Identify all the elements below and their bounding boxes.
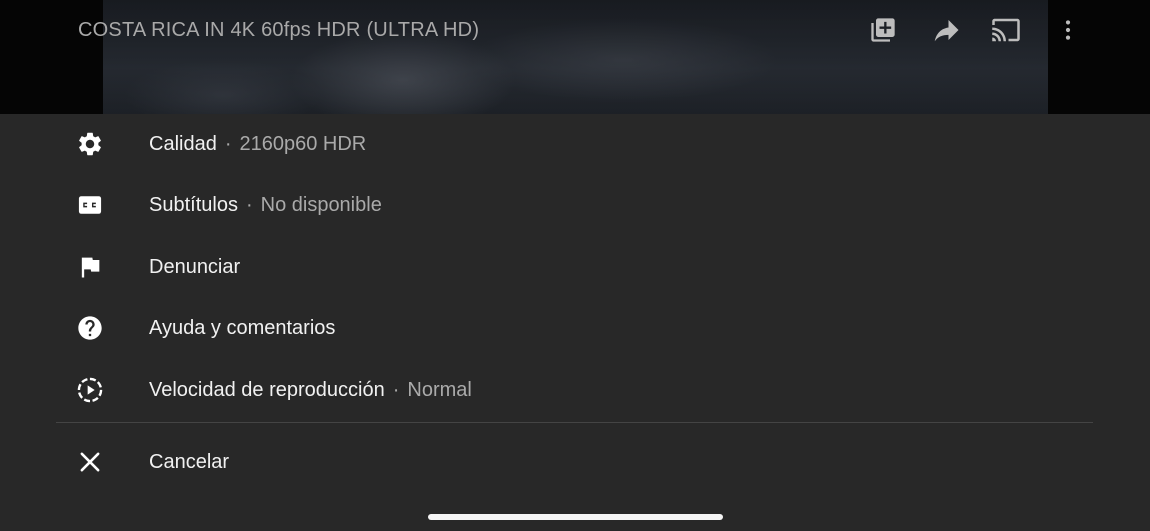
menu-divider xyxy=(56,422,1093,423)
menu-item-separator: · xyxy=(392,378,400,401)
menu-item-subtitles[interactable]: Subtítulos · No disponible xyxy=(56,175,1093,235)
menu-item-label: Subtítulos xyxy=(149,193,238,216)
gear-icon xyxy=(76,130,104,158)
flag-icon xyxy=(76,253,104,281)
close-icon xyxy=(76,448,104,476)
menu-item-label: Velocidad de reproducción xyxy=(149,378,385,401)
more-vertical-icon[interactable] xyxy=(1052,14,1084,46)
cast-icon[interactable] xyxy=(990,14,1022,46)
menu-item-label: Calidad xyxy=(149,132,217,155)
menu-item-value: 2160p60 HDR xyxy=(239,132,367,155)
playback-speed-icon xyxy=(76,376,104,404)
home-indicator[interactable] xyxy=(428,514,723,520)
help-icon xyxy=(76,314,104,342)
video-title: COSTA RICA IN 4K 60fps HDR (ULTRA HD) xyxy=(78,19,480,41)
video-frame xyxy=(103,0,1048,114)
share-icon[interactable] xyxy=(930,14,962,46)
cancel-button[interactable]: Cancelar xyxy=(56,432,1093,492)
menu-item-separator: · xyxy=(245,193,253,216)
menu-item-value: No disponible xyxy=(260,193,382,216)
menu-item-label: Denunciar xyxy=(149,255,241,278)
menu-item-report[interactable]: Denunciar xyxy=(56,237,1093,297)
closed-captions-icon xyxy=(76,191,104,219)
video-player[interactable]: COSTA RICA IN 4K 60fps HDR (ULTRA HD) xyxy=(0,0,1150,114)
cancel-label: Cancelar xyxy=(149,450,230,473)
menu-item-help-feedback[interactable]: Ayuda y comentarios xyxy=(56,298,1093,358)
add-to-playlist-icon[interactable] xyxy=(867,14,899,46)
menu-item-separator: · xyxy=(224,132,232,155)
menu-item-quality[interactable]: Calidad · 2160p60 HDR xyxy=(56,114,1093,174)
menu-item-value: Normal xyxy=(407,378,472,401)
menu-item-label: Ayuda y comentarios xyxy=(149,316,336,339)
menu-item-playback-speed[interactable]: Velocidad de reproducción · Normal xyxy=(56,360,1093,420)
options-bottom-sheet: Calidad · 2160p60 HDR Subtítulos · No di… xyxy=(0,114,1150,531)
